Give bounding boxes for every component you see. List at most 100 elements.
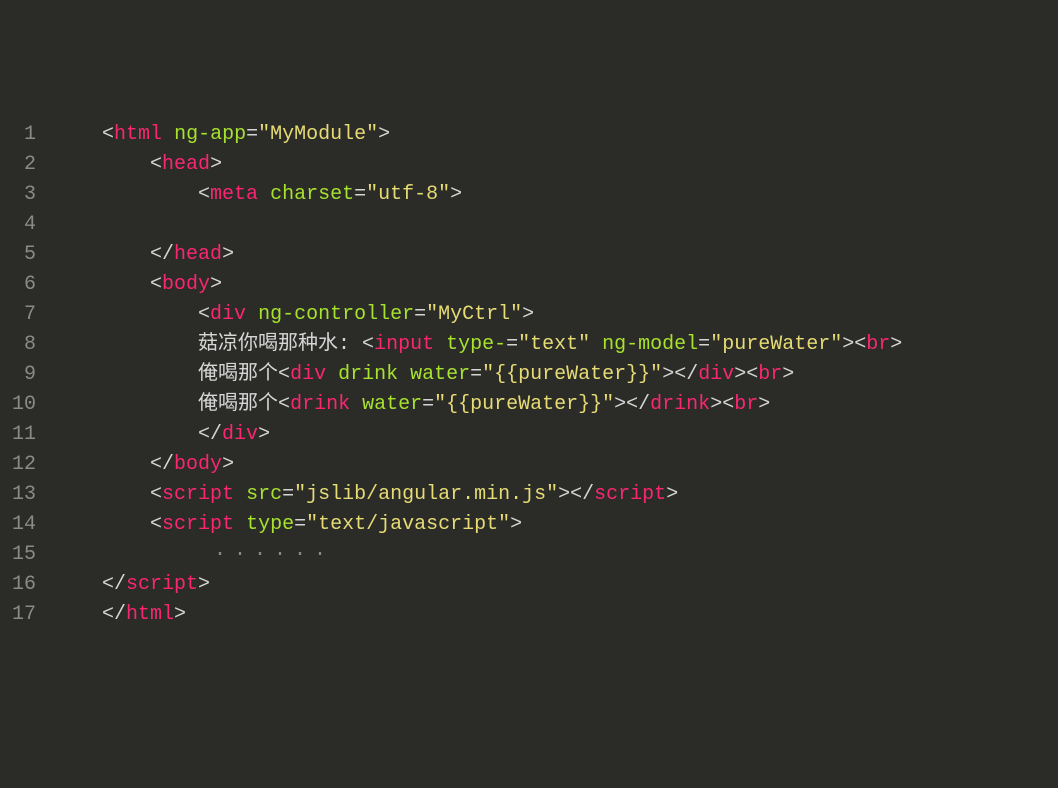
token-punct: >< xyxy=(710,393,734,416)
token-tag: br xyxy=(734,393,758,416)
line-number: 7 xyxy=(12,300,36,330)
token-punct: </ xyxy=(54,603,126,626)
line-number: 3 xyxy=(12,180,36,210)
line-number: 10 xyxy=(12,390,36,420)
token-punct: > xyxy=(258,423,270,446)
token-string: "text/javascript" xyxy=(306,513,510,536)
code-line[interactable]: <div ng-controller="MyCtrl"> xyxy=(54,300,1058,330)
token-tag: head xyxy=(162,153,210,176)
code-editor[interactable]: 1234567891011121314151617 <html ng-app="… xyxy=(0,120,1058,638)
code-line[interactable] xyxy=(54,210,1058,240)
code-line[interactable]: </head> xyxy=(54,240,1058,270)
code-line[interactable]: 俺喝那个<div drink water="{{pureWater}}"></d… xyxy=(54,360,1058,390)
token-tag: div xyxy=(222,423,258,446)
code-line[interactable]: </html> xyxy=(54,600,1058,630)
token-punct: = xyxy=(414,303,426,326)
token-punct: > xyxy=(378,123,390,146)
line-number: 9 xyxy=(12,360,36,390)
token-punct: = xyxy=(246,123,258,146)
token-attr: drink xyxy=(338,363,398,386)
token-punct: < xyxy=(54,513,162,536)
token-punct xyxy=(398,363,410,386)
token-tag: html xyxy=(114,123,162,146)
token-punct xyxy=(234,513,246,536)
token-punct: > xyxy=(522,303,534,326)
token-punct xyxy=(162,123,174,146)
token-text: 俺喝那个 xyxy=(54,363,278,386)
token-punct: </ xyxy=(54,243,174,266)
token-string: "utf-8" xyxy=(366,183,450,206)
line-number: 13 xyxy=(12,480,36,510)
token-attr: water xyxy=(362,393,422,416)
line-number: 17 xyxy=(12,600,36,630)
token-attr: type- xyxy=(446,333,506,356)
code-line[interactable]: 菇凉你喝那种水: <input type-="text" ng-model="p… xyxy=(54,330,1058,360)
token-attr: charset xyxy=(270,183,354,206)
token-punct xyxy=(326,363,338,386)
line-number: 8 xyxy=(12,330,36,360)
token-punct xyxy=(434,333,446,356)
token-punct: </ xyxy=(54,573,126,596)
code-line[interactable]: <body> xyxy=(54,270,1058,300)
token-fold: ······ xyxy=(54,543,334,566)
token-attr: ng-controller xyxy=(258,303,414,326)
token-punct: > xyxy=(666,483,678,506)
token-punct: ></ xyxy=(558,483,594,506)
code-line[interactable]: </div> xyxy=(54,420,1058,450)
token-punct: = xyxy=(422,393,434,416)
token-tag: script xyxy=(594,483,666,506)
token-punct: ></ xyxy=(662,363,698,386)
code-line[interactable]: <script src="jslib/angular.min.js"></scr… xyxy=(54,480,1058,510)
code-line[interactable]: <meta charset="utf-8"> xyxy=(54,180,1058,210)
token-tag: body xyxy=(174,453,222,476)
token-tag: html xyxy=(126,603,174,626)
token-punct: > xyxy=(782,363,794,386)
line-number: 14 xyxy=(12,510,36,540)
token-punct: </ xyxy=(54,423,222,446)
token-text: 菇凉你喝那种水: xyxy=(54,333,362,356)
token-punct xyxy=(258,183,270,206)
token-punct: > xyxy=(222,243,234,266)
token-punct: </ xyxy=(54,453,174,476)
token-punct: > xyxy=(758,393,770,416)
token-tag: br xyxy=(758,363,782,386)
token-string: "MyModule" xyxy=(258,123,378,146)
line-number: 16 xyxy=(12,570,36,600)
token-tag: div xyxy=(210,303,246,326)
token-tag: br xyxy=(866,333,890,356)
code-line[interactable]: <script type="text/javascript"> xyxy=(54,510,1058,540)
code-area[interactable]: <html ng-app="MyModule"> <head> <meta ch… xyxy=(50,120,1058,638)
token-punct: < xyxy=(54,153,162,176)
code-line[interactable]: <html ng-app="MyModule"> xyxy=(54,120,1058,150)
line-number: 2 xyxy=(12,150,36,180)
line-number: 4 xyxy=(12,210,36,240)
token-punct: < xyxy=(278,393,290,416)
token-punct: > xyxy=(210,273,222,296)
token-attr: water xyxy=(410,363,470,386)
token-tag: body xyxy=(162,273,210,296)
token-tag: drink xyxy=(290,393,350,416)
token-attr: ng-app xyxy=(174,123,246,146)
token-text: 俺喝那个 xyxy=(54,393,278,416)
token-punct: = xyxy=(470,363,482,386)
code-line[interactable]: </script> xyxy=(54,570,1058,600)
token-tag: script xyxy=(126,573,198,596)
code-line[interactable]: <head> xyxy=(54,150,1058,180)
token-punct: < xyxy=(362,333,374,356)
token-string: "{{pureWater}}" xyxy=(482,363,662,386)
token-tag: script xyxy=(162,513,234,536)
code-line[interactable]: </body> xyxy=(54,450,1058,480)
token-tag: div xyxy=(290,363,326,386)
token-punct xyxy=(590,333,602,356)
token-punct: = xyxy=(354,183,366,206)
token-punct: > xyxy=(210,153,222,176)
token-tag: head xyxy=(174,243,222,266)
token-punct: = xyxy=(506,333,518,356)
token-punct: > xyxy=(450,183,462,206)
token-punct: > xyxy=(222,453,234,476)
line-number: 11 xyxy=(12,420,36,450)
code-line[interactable]: 俺喝那个<drink water="{{pureWater}}"></drink… xyxy=(54,390,1058,420)
token-punct: < xyxy=(54,303,210,326)
code-line[interactable]: ······ xyxy=(54,540,1058,570)
token-punct: > xyxy=(174,603,186,626)
